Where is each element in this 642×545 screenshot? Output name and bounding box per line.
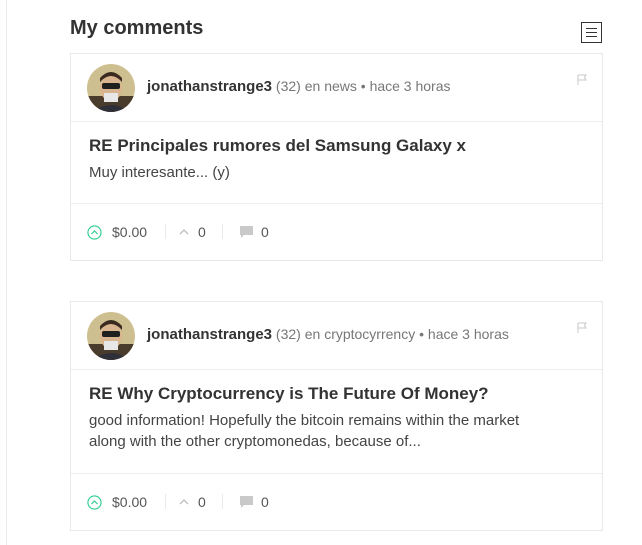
comment-card: jonathanstrange3 (32) en news • hace 3 h…	[70, 53, 603, 261]
list-view-icon[interactable]	[581, 22, 602, 43]
replies-value[interactable]: 0	[261, 494, 269, 510]
category-link[interactable]: news	[324, 78, 357, 94]
vote-count: 0	[178, 204, 206, 260]
avatar[interactable]	[87, 64, 135, 112]
comment-footer: $0.00 0 0	[71, 474, 602, 530]
votes-value[interactable]: 0	[198, 494, 206, 510]
payout: $0.00	[87, 474, 147, 530]
vote-count: 0	[178, 474, 206, 530]
comment-header: jonathanstrange3 (32) en news • hace 3 h…	[71, 54, 602, 122]
comment-meta: jonathanstrange3 (32) en news • hace 3 h…	[147, 78, 451, 95]
comment-bubble-icon[interactable]	[239, 225, 254, 239]
left-divider	[6, 0, 7, 545]
category-link[interactable]: cryptocyrrency	[324, 326, 415, 342]
footer-divider	[165, 224, 166, 239]
category-prefix: en	[304, 326, 321, 342]
payout-value[interactable]: $0.00	[112, 224, 147, 240]
avatar[interactable]	[87, 312, 135, 360]
comment-title[interactable]: RE Principales rumores del Samsung Galax…	[89, 136, 584, 156]
comment-excerpt[interactable]: Muy interesante... (y)	[89, 162, 584, 183]
footer-divider	[165, 494, 166, 509]
flag-icon[interactable]	[576, 322, 588, 334]
comment-excerpt[interactable]: good information! Hopefully the bitcoin …	[89, 410, 559, 452]
comment-header: jonathanstrange3 (32) en cryptocyrrency …	[71, 302, 602, 370]
author-reputation: (32)	[275, 78, 301, 94]
comment-body: RE Why Cryptocurrency is The Future Of M…	[71, 370, 602, 474]
timestamp: hace 3 horas	[427, 326, 509, 342]
payout: $0.00	[87, 204, 147, 260]
payout-value[interactable]: $0.00	[112, 494, 147, 510]
comment-meta: jonathanstrange3 (32) en cryptocyrrency …	[147, 326, 509, 343]
comment-card: jonathanstrange3 (32) en cryptocyrrency …	[70, 301, 603, 531]
meta-separator: •	[360, 78, 366, 94]
footer-divider	[222, 224, 223, 239]
category-prefix: en	[304, 78, 321, 94]
upvote-icon[interactable]	[87, 494, 102, 510]
chevron-up-icon[interactable]	[178, 226, 190, 238]
page-title: My comments	[70, 17, 204, 39]
reply-count: 0	[239, 204, 269, 260]
comment-bubble-icon[interactable]	[239, 495, 254, 509]
comment-footer: $0.00 0 0	[71, 204, 602, 260]
timestamp: hace 3 horas	[369, 78, 451, 94]
flag-icon[interactable]	[576, 74, 588, 86]
comment-title[interactable]: RE Why Cryptocurrency is The Future Of M…	[89, 384, 584, 404]
replies-value[interactable]: 0	[261, 224, 269, 240]
votes-value[interactable]: 0	[198, 224, 206, 240]
author-name[interactable]: jonathanstrange3	[147, 78, 272, 95]
meta-separator: •	[419, 326, 425, 342]
upvote-icon[interactable]	[87, 224, 102, 240]
chevron-up-icon[interactable]	[178, 496, 190, 508]
author-reputation: (32)	[275, 326, 301, 342]
reply-count: 0	[239, 474, 269, 530]
comment-body: RE Principales rumores del Samsung Galax…	[71, 122, 602, 204]
footer-divider	[222, 494, 223, 509]
author-name[interactable]: jonathanstrange3	[147, 326, 272, 343]
